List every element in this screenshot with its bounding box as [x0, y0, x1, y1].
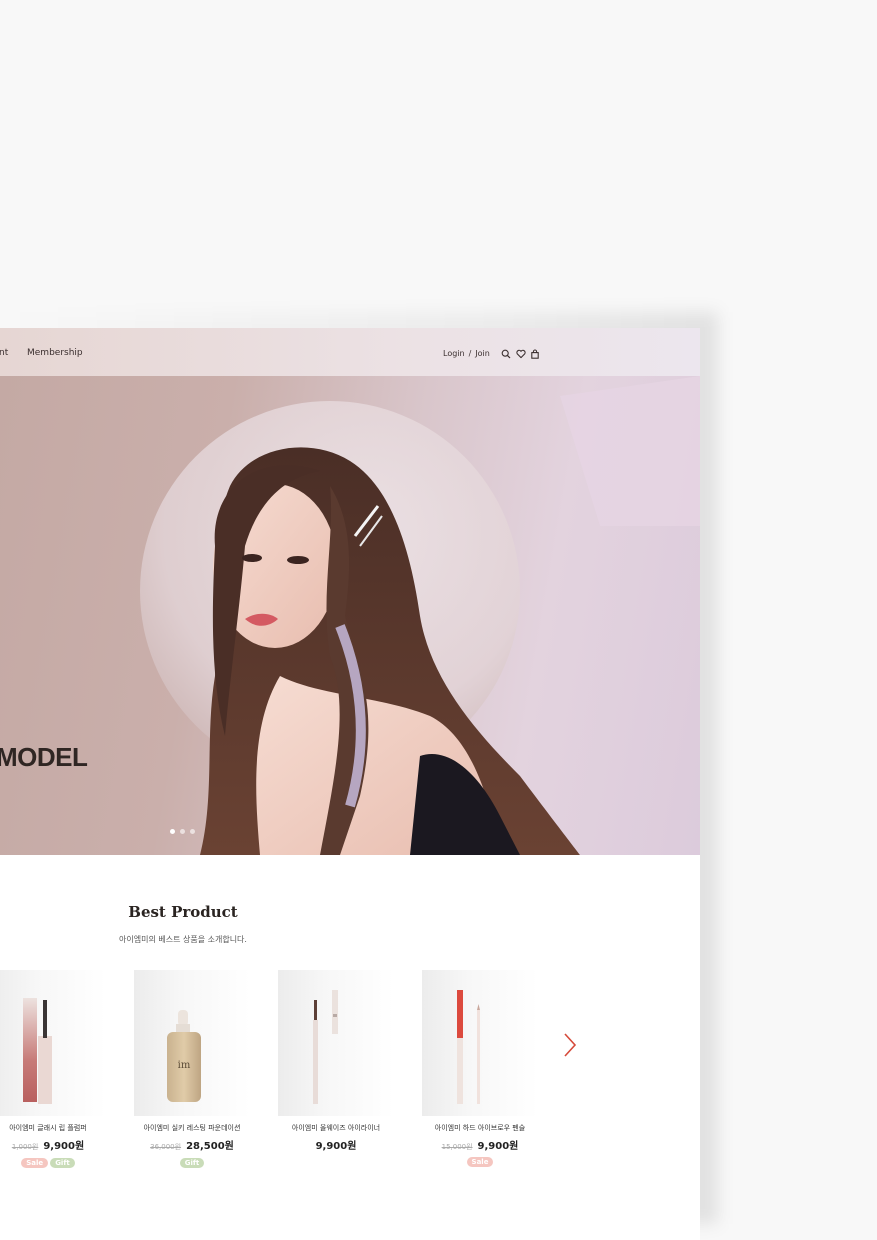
hero-banner[interactable]: MODEL	[0, 376, 700, 855]
login-link[interactable]: Login	[443, 349, 465, 358]
site-header: nt Membership Login / Join	[0, 328, 700, 376]
product-card[interactable]: im 아이엠미 실키 레스팅 파운데이션 36,000원 28,500원 Gift	[134, 970, 250, 1168]
product-image[interactable]	[422, 970, 538, 1116]
lip-plumper-image	[23, 998, 52, 1104]
foundation-bottle-image: im	[167, 1010, 201, 1102]
slide-dot-3[interactable]	[190, 829, 195, 834]
product-price-row: 9,900원	[278, 1134, 394, 1153]
product-card[interactable]: 아이엠미 올웨이즈 아이라이너 9,900원	[278, 970, 394, 1152]
slide-indicator	[170, 819, 200, 838]
sale-price: 9,900원	[315, 1141, 357, 1152]
product-badges: Sale Gift	[0, 1150, 106, 1169]
svg-text:im: im	[178, 1060, 191, 1071]
best-product-title: Best Product	[128, 903, 238, 921]
gift-badge: Gift	[179, 1158, 205, 1168]
product-badges: Gift	[134, 1150, 250, 1169]
account-links: Login / Join	[443, 349, 490, 358]
website-mockup: nt Membership Login / Join MODEL Best Pr…	[0, 328, 700, 1240]
sale-badge: Sale	[21, 1158, 49, 1168]
product-card[interactable]: 아이엠미 하드 아이브로우 펜슬 15,000원 9,900원 Sale	[422, 970, 538, 1167]
product-card[interactable]: 아이엠미 글래시 립 플럼퍼 1,000원 9,900원 Sale Gift	[0, 970, 106, 1168]
sale-badge: Sale	[466, 1157, 494, 1167]
join-link[interactable]: Join	[475, 349, 490, 358]
nav-item-membership[interactable]: Membership	[27, 348, 83, 358]
product-image[interactable]: im	[134, 970, 250, 1116]
product-name[interactable]: 아이엠미 하드 아이브로우 펜슬	[422, 1123, 538, 1133]
bag-icon[interactable]	[530, 349, 540, 359]
product-image[interactable]	[0, 970, 106, 1116]
product-name[interactable]: 아이엠미 올웨이즈 아이라이너	[278, 1123, 394, 1133]
eyebrow-pencil-image	[457, 990, 480, 1104]
nav-item-partial[interactable]: nt	[0, 348, 8, 358]
product-name[interactable]: 아이엠미 글래시 립 플럼퍼	[0, 1123, 106, 1133]
product-badges: Sale	[422, 1149, 538, 1168]
hero-model-image	[140, 376, 700, 855]
best-product-subtitle: 아이엠미의 베스트 상품을 소개합니다.	[119, 935, 247, 944]
product-name[interactable]: 아이엠미 실키 레스팅 파운데이션	[134, 1123, 250, 1133]
eyeliner-image	[313, 990, 338, 1104]
slide-dot-1[interactable]	[170, 829, 175, 834]
hero-title: MODEL	[0, 742, 88, 772]
slide-dot-2[interactable]	[180, 829, 185, 834]
heart-icon[interactable]	[516, 349, 526, 359]
chevron-right-icon[interactable]	[562, 1032, 578, 1058]
login-separator: /	[468, 349, 472, 358]
gift-badge: Gift	[50, 1158, 75, 1168]
search-icon[interactable]	[501, 349, 511, 359]
product-image[interactable]	[278, 970, 394, 1116]
